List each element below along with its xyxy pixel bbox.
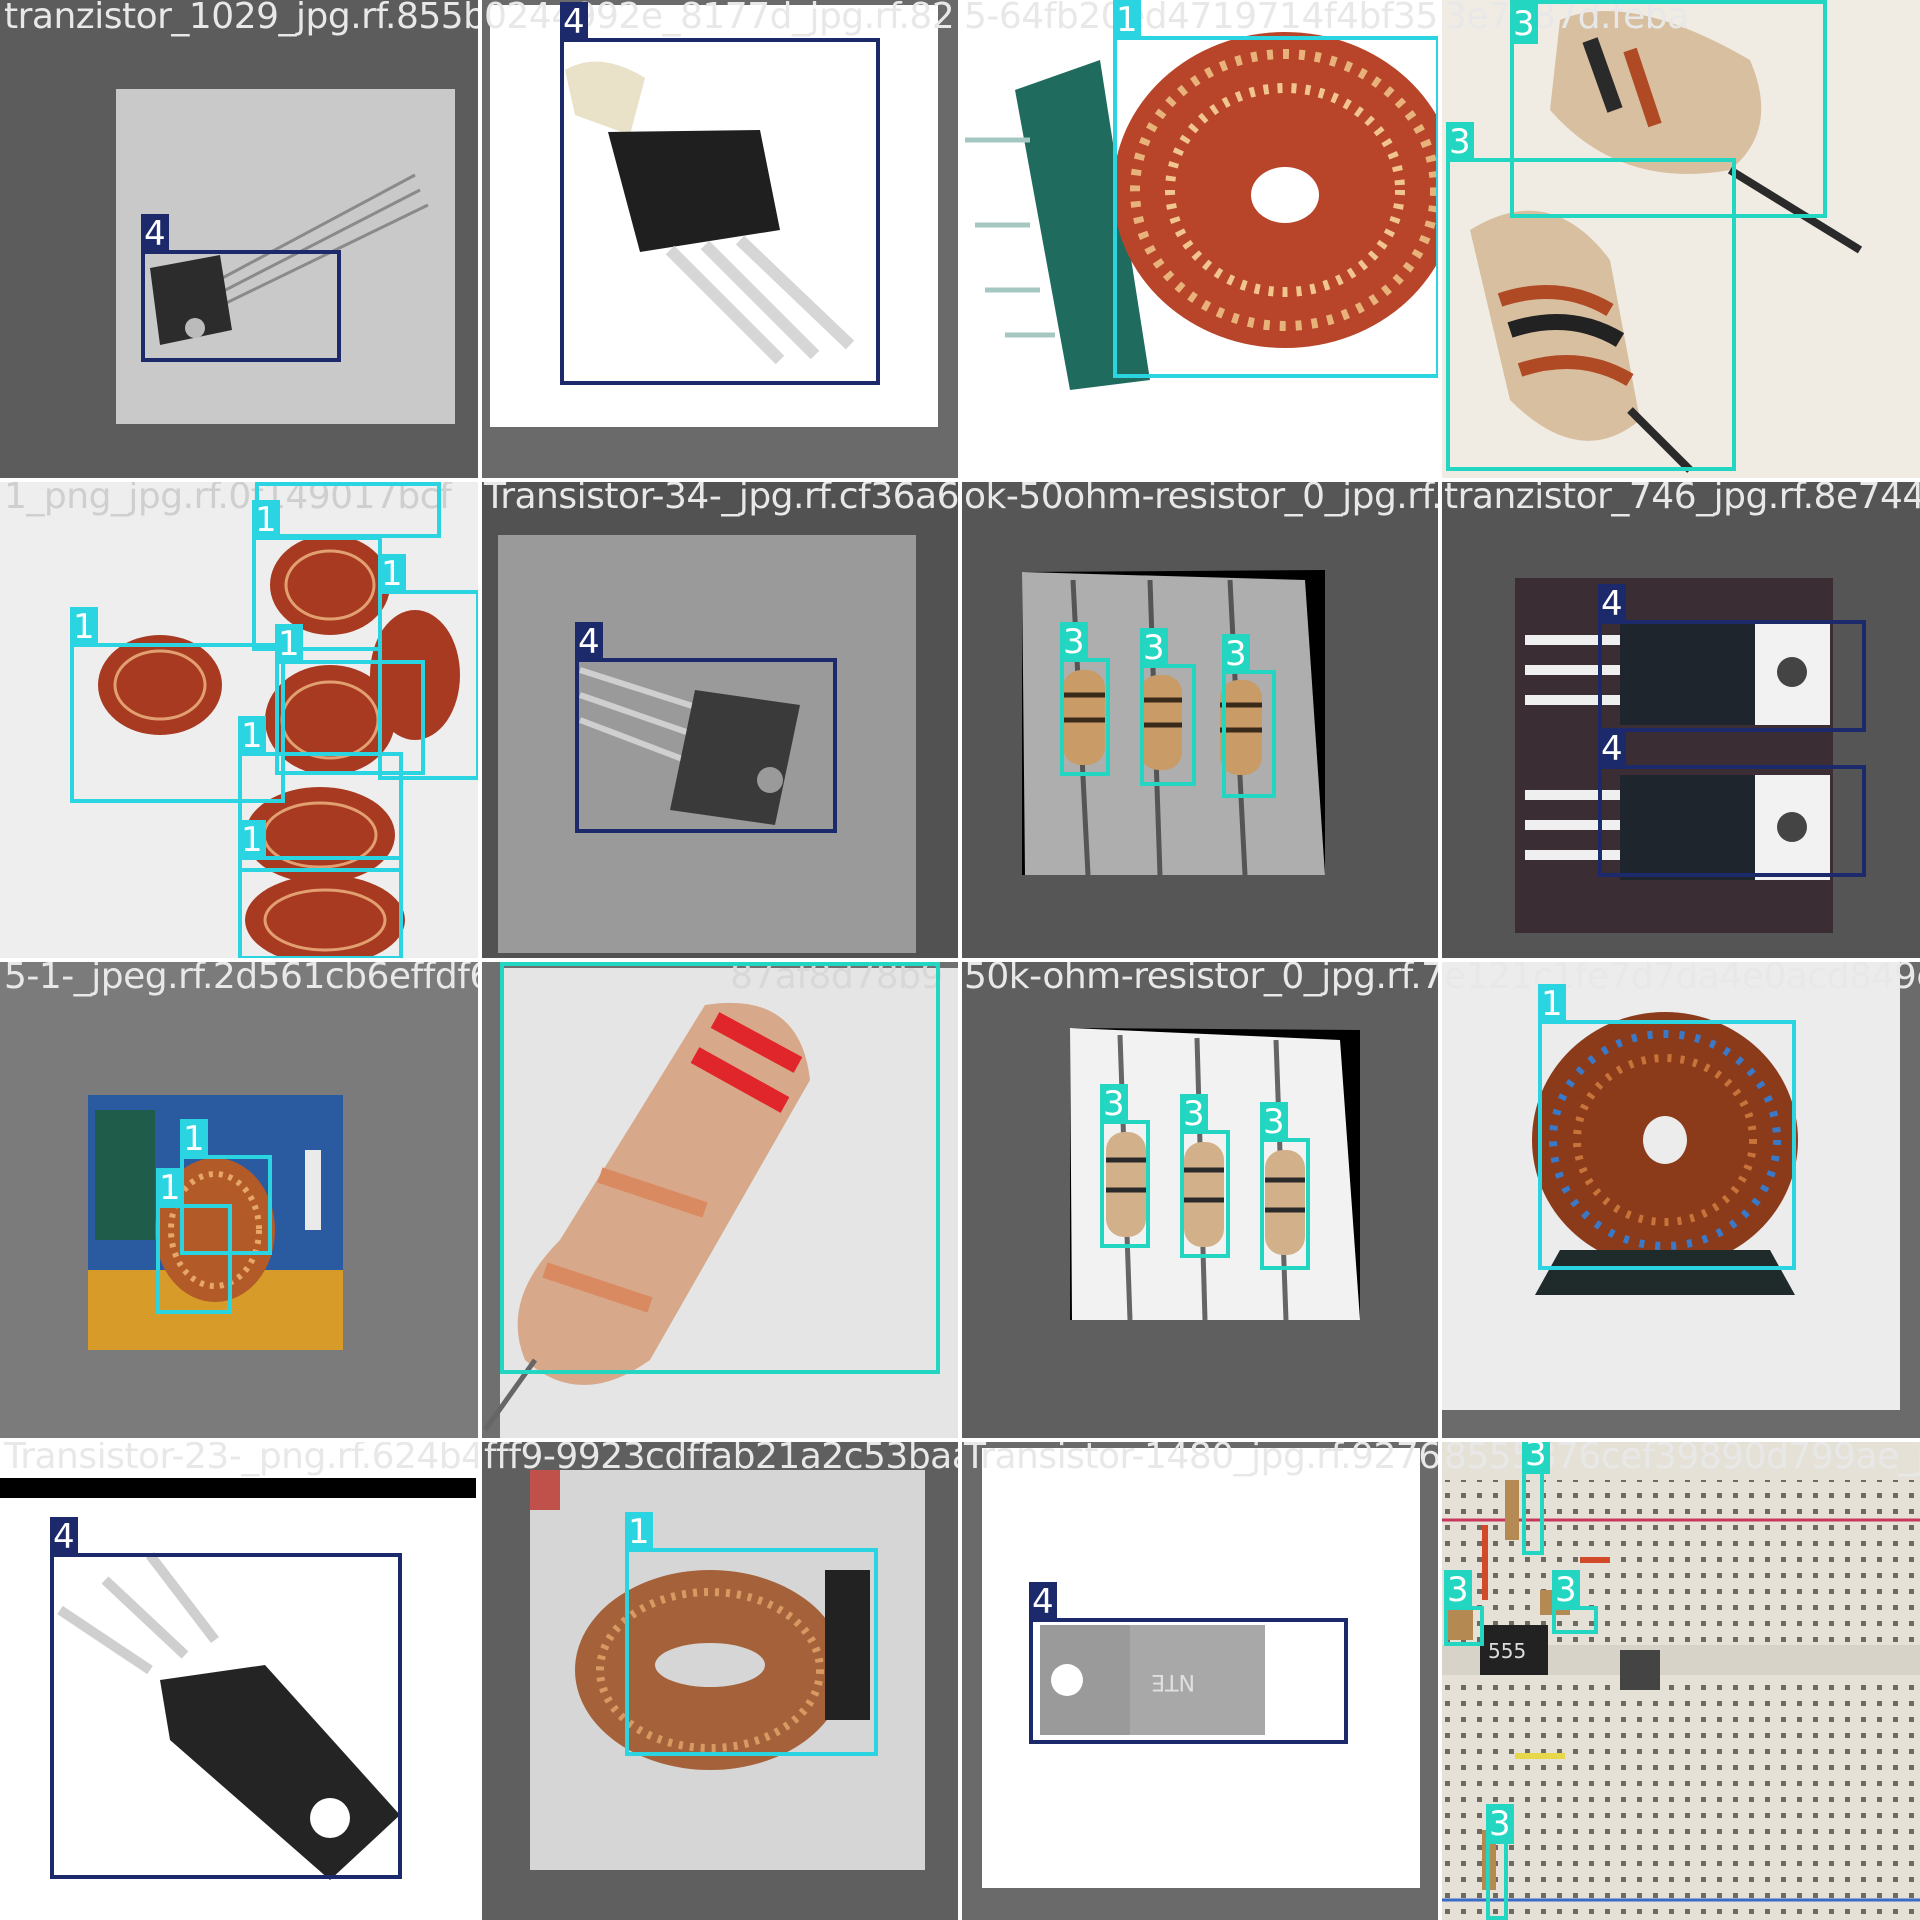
class-label: 3 (1486, 1804, 1514, 1844)
bbox-transistor: 4 (575, 622, 837, 833)
tile-filename: 5-1-_jpeg.rf.2d561cb6effdf63 (4, 960, 480, 997)
bbox-resistor: 3 (1180, 1094, 1230, 1258)
tile-r1c2: ok-50ohm-resistor_0_jpg.rf.b7 3 3 3 (960, 480, 1440, 960)
bbox-transistor: 4 (1598, 729, 1866, 877)
class-label: 1 (252, 500, 280, 540)
class-label: 3 (1140, 628, 1168, 668)
resistors-photo (1022, 570, 1325, 876)
tile-filename: 0244992e_8177d_jpg.rf.8210bb5a4f (484, 0, 960, 37)
tile-r0c1: 0244992e_8177d_jpg.rf.8210bb5a4f 4 (480, 0, 960, 480)
class-label: 1 (378, 554, 406, 594)
class-label: 3 (1552, 1570, 1580, 1610)
class-label: 4 (141, 214, 169, 254)
detection-mosaic: tranzistor_1029_jpg.rf.855bc 4 0244992e_… (0, 0, 1920, 1920)
grid-divider (0, 958, 1920, 962)
bbox-resistor: 3 (1260, 1102, 1310, 1270)
tile-filename: tranzistor_746_jpg.rf.8e7440e (1444, 480, 1920, 517)
class-label: 1 (275, 624, 303, 664)
class-label: 3 (1260, 1102, 1288, 1142)
class-label: 4 (1029, 1582, 1057, 1622)
bbox-inductor: 1 (1113, 0, 1440, 378)
bbox-transistor: 4 (560, 2, 880, 385)
bbox-inductor: 1 (255, 480, 441, 538)
class-label: 1 (238, 820, 266, 860)
bbox-resistor: 3 (1100, 1084, 1150, 1248)
bbox-inductor: 1 (625, 1512, 878, 1756)
tile-filename: fff9-9923cdffab21a2c53baad (484, 1440, 960, 1477)
bbox-transistor: 4 (141, 214, 341, 362)
tile-r0c2: 5-64fb20ed4719714f4bf359a 1 (960, 0, 1440, 480)
class-label: 3 (1510, 4, 1538, 44)
tile-r3c0: Transistor-23-_png.rf.624b49 4 (0, 1440, 480, 1920)
bbox-inductor: 1 (156, 1168, 232, 1314)
tile-r1c3: tranzistor_746_jpg.rf.8e7440e 4 4 (1440, 480, 1920, 960)
transistor-photo (116, 89, 455, 424)
grid-divider (0, 478, 1920, 482)
bbox-resistor: 3 (1060, 622, 1110, 776)
tile-filename: ok-50ohm-resistor_0_jpg.rf.b7 (964, 480, 1440, 517)
class-label: 3 (1180, 1094, 1208, 1134)
tile-r2c3: e121c1fe7d7da4e0acd849e 1 (1440, 960, 1920, 1440)
tile-filename: 5-64fb20ed4719714f4bf359a (964, 0, 1440, 37)
tile-filename: Transistor-23-_png.rf.624b49 (4, 1440, 480, 1477)
class-label: 1 (70, 607, 98, 647)
tile-filename: 50k-ohm-resistor_0_jpg.rf.7f (964, 960, 1440, 997)
class-label: 1 (1538, 984, 1566, 1024)
breadboard-photo: 555 (1440, 1440, 1920, 1920)
bbox-resistor: 3 (1444, 1570, 1484, 1646)
tile-r0c0: tranzistor_1029_jpg.rf.855bc 4 (0, 0, 480, 480)
class-label: 3 (1522, 1440, 1550, 1474)
tile-r2c0: 5-1-_jpeg.rf.2d561cb6effdf63 1 1 (0, 960, 480, 1440)
class-label: 1 (625, 1512, 653, 1552)
bbox-transistor: 4 (50, 1517, 402, 1879)
class-label: 1 (180, 1119, 208, 1159)
bbox-resistor: 3 (1222, 634, 1276, 798)
tile-r3c3: 555 8555876cef39890d799ae_j 3 3 3 3 (1440, 1440, 1920, 1920)
bbox-resistor: 3 (1140, 628, 1196, 786)
tile-filename: Transistor-1480_jpg.rf.9276f4 (964, 1440, 1440, 1477)
class-label: 1 (1113, 0, 1141, 40)
tile-r1c1: Transistor-34-_jpg.rf.cf36a69fdc35 4 (480, 480, 960, 960)
bbox-transistor: 4 (1598, 584, 1866, 732)
tile-filename: tranzistor_1029_jpg.rf.855bc (4, 0, 480, 37)
tile-r2c1: 87af8d78b9 3 (480, 960, 960, 1440)
bbox-resistor: 3 (1446, 122, 1736, 471)
tile-r1c0: 1_png_jpg.rf.0f149017bcf 1 1 1 1 1 1 1 (0, 480, 480, 960)
tile-r0c3: 3e7b87d.feba 3 3 (1440, 0, 1920, 480)
class-label: 1 (238, 716, 266, 756)
svg-text:555: 555 (1488, 1639, 1526, 1663)
bbox-transistor: 4 (1029, 1582, 1348, 1744)
class-label: 3 (1444, 1570, 1472, 1610)
class-label: 4 (575, 622, 603, 662)
bbox-inductor: 1 (1538, 984, 1796, 1270)
grid-divider (0, 1438, 1920, 1442)
tile-r3c2: NTE Transistor-1480_jpg.rf.9276f4 4 (960, 1440, 1440, 1920)
bbox-resistor: 3 (1552, 1570, 1598, 1634)
bbox-inductor: 1 (252, 500, 382, 651)
tile-filename: e121c1fe7d7da4e0acd849e (1444, 960, 1920, 997)
bbox-resistor: 3 (500, 960, 940, 1374)
class-label: 4 (50, 1517, 78, 1557)
class-label: 1 (156, 1168, 184, 1208)
class-label: 3 (1446, 122, 1474, 162)
class-label: 4 (1598, 729, 1626, 769)
tile-r3c1: fff9-9923cdffab21a2c53baad 1 (480, 1440, 960, 1920)
class-label: 3 (1222, 634, 1250, 674)
bbox-resistor: 3 (1486, 1804, 1514, 1920)
class-label: 3 (1060, 622, 1088, 662)
class-label: 4 (1598, 584, 1626, 624)
class-label: 3 (1100, 1084, 1128, 1124)
tile-filename: Transistor-34-_jpg.rf.cf36a69fdc35 (484, 480, 960, 517)
tile-r2c2: 50k-ohm-resistor_0_jpg.rf.7f 3 3 3 (960, 960, 1440, 1440)
tile-filename: 8555876cef39890d799ae_j (1444, 1440, 1920, 1477)
bbox-inductor: 1 (238, 820, 403, 960)
bbox-resistor: 3 (1522, 1440, 1550, 1555)
class-label: 4 (560, 2, 588, 42)
